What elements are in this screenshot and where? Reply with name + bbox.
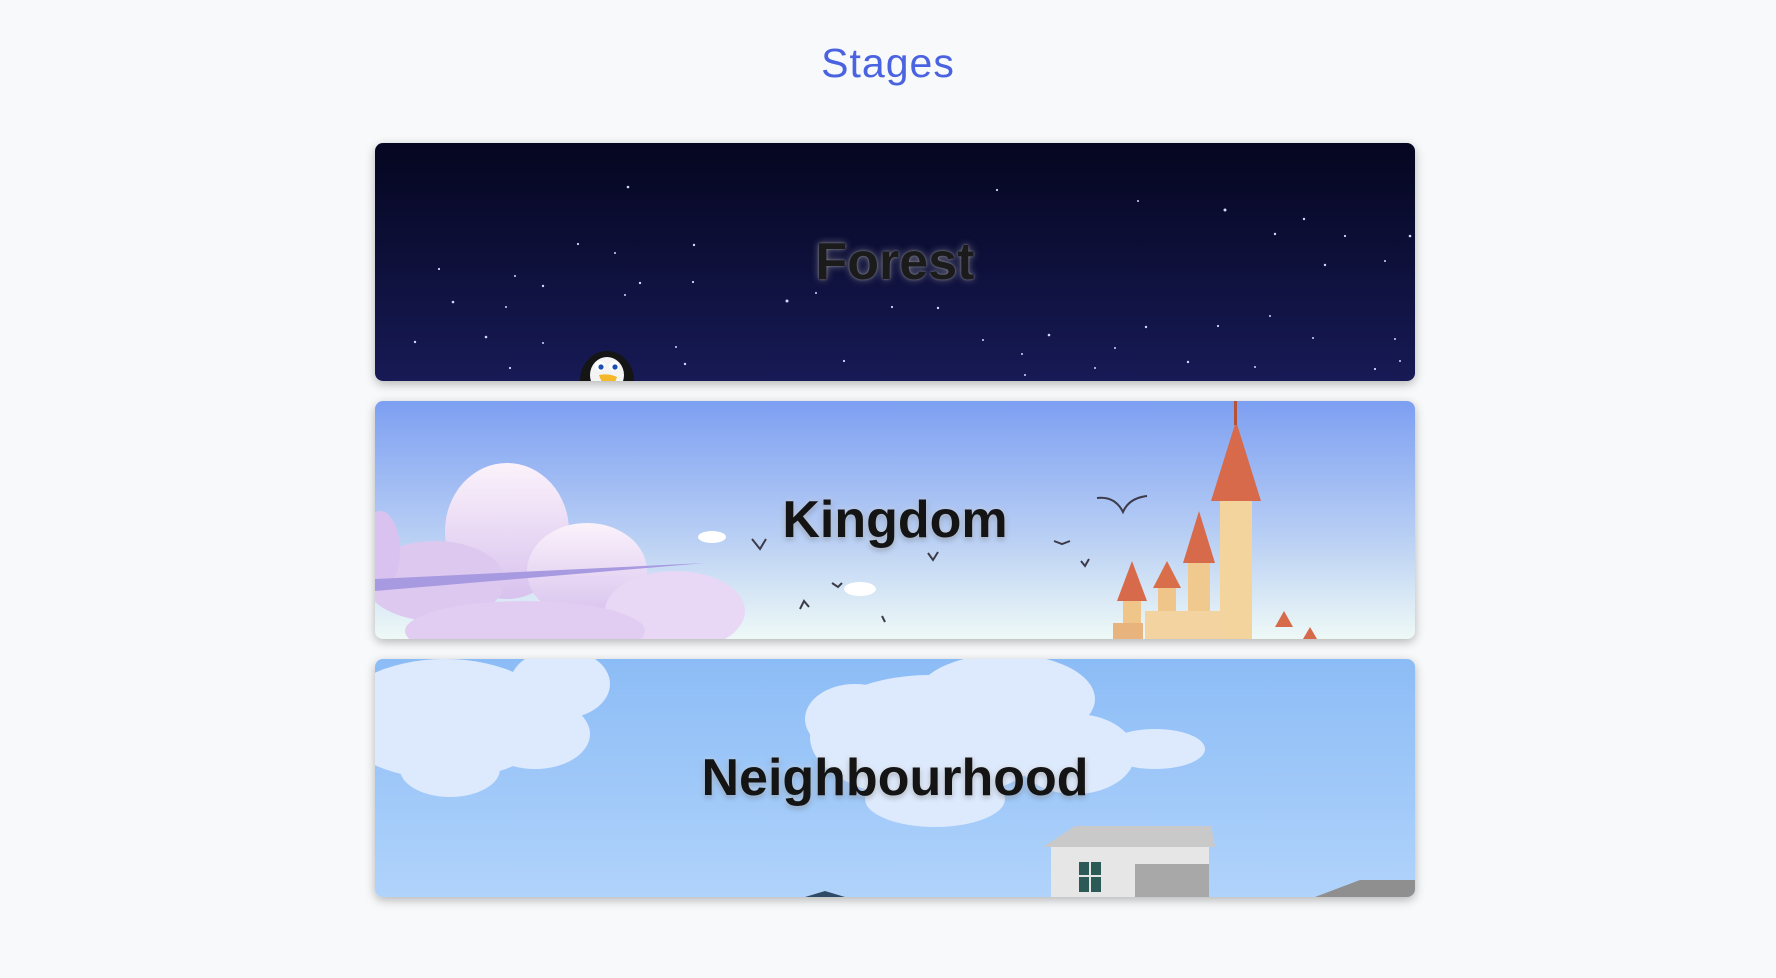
stage-card-kingdom[interactable]: Kingdom — [375, 401, 1415, 639]
stage-label-neighbourhood: Neighbourhood — [701, 749, 1089, 807]
stage-list: Forest Kingdom Neighbourhood — [375, 143, 1415, 917]
page-title: Stages — [821, 40, 955, 86]
stage-label-forest: Forest — [815, 233, 975, 291]
stage-card-forest[interactable]: Forest — [375, 143, 1415, 381]
stage-label-kingdom: Kingdom — [782, 491, 1008, 549]
stage-card-neighbourhood[interactable]: Neighbourhood — [375, 659, 1415, 897]
